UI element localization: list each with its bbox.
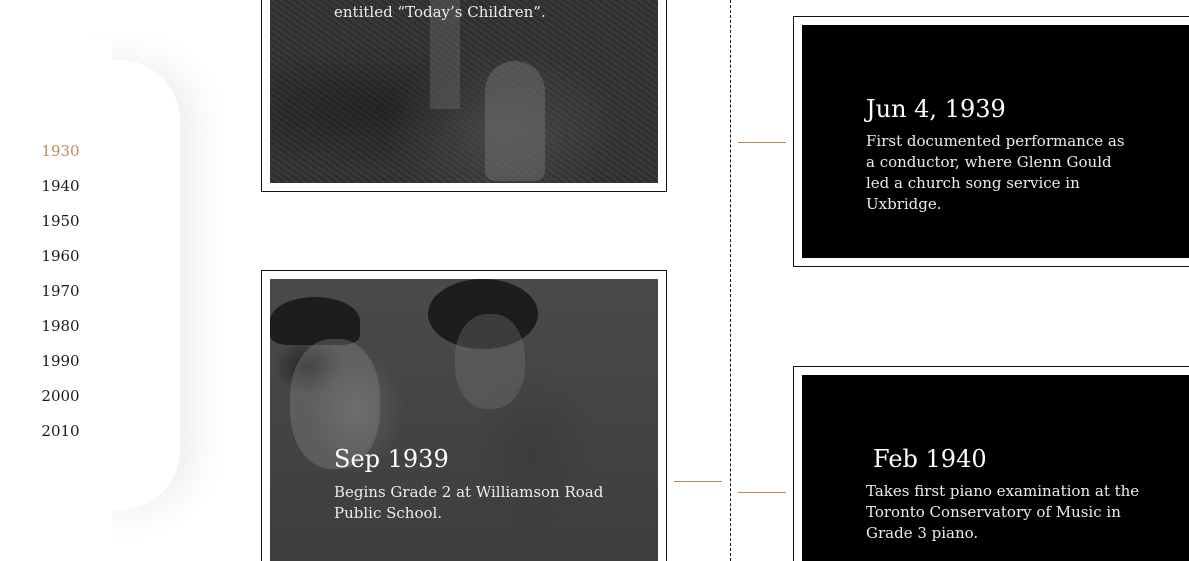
- event-text: entitled “Today’s Children”.: [334, 3, 546, 21]
- event-card-feb-1940[interactable]: Feb 1940 Takes first piano examination a…: [793, 366, 1189, 561]
- event-text: Takes first piano examination at the Tor…: [866, 482, 1140, 542]
- event-text: Begins Grade 2 at Williamson Road Public…: [334, 483, 604, 522]
- decade-link-2010[interactable]: 2010: [0, 414, 121, 449]
- connector-feb-1940: [738, 492, 786, 493]
- dog-figure: [485, 61, 545, 181]
- decade-link-1950[interactable]: 1950: [0, 204, 121, 239]
- decade-link-1990[interactable]: 1990: [0, 344, 121, 379]
- timeline-spine: [730, 0, 731, 561]
- decade-nav: 1930 1940 1950 1960 1970 1980 1990 2000 …: [0, 134, 121, 449]
- decade-link-1960[interactable]: 1960: [0, 239, 121, 274]
- event-card-jun-1939[interactable]: Jun 4, 1939 First documented performance…: [793, 16, 1189, 267]
- event-card-background: Feb 1940 Takes first piano examination a…: [802, 375, 1189, 561]
- event-card-background: Jun 4, 1939 First documented performance…: [802, 25, 1189, 258]
- child-beret: [270, 297, 360, 345]
- connector-sep-1939: [674, 481, 722, 482]
- decade-link-1930[interactable]: 1930: [0, 134, 121, 169]
- event-date: Sep 1939: [334, 445, 449, 473]
- decade-link-1970[interactable]: 1970: [0, 274, 121, 309]
- event-photo-dog: entitled “Today’s Children”.: [270, 0, 658, 183]
- event-date: Jun 4, 1939: [866, 95, 1006, 123]
- event-card-previous[interactable]: entitled “Today’s Children”.: [261, 0, 667, 192]
- event-card-sep-1939[interactable]: Sep 1939 Begins Grade 2 at Williamson Ro…: [261, 270, 667, 561]
- event-text: First documented performance as a conduc…: [866, 132, 1125, 213]
- child-face-right: [455, 314, 525, 409]
- connector-jun-1939: [738, 142, 786, 143]
- timeline-page: 1930 1940 1950 1960 1970 1980 1990 2000 …: [0, 0, 1189, 561]
- decade-link-2000[interactable]: 2000: [0, 379, 121, 414]
- decade-link-1980[interactable]: 1980: [0, 309, 121, 344]
- event-photo-children: Sep 1939 Begins Grade 2 at Williamson Ro…: [270, 279, 658, 561]
- event-date: Feb 1940: [873, 445, 987, 473]
- decade-link-1940[interactable]: 1940: [0, 169, 121, 204]
